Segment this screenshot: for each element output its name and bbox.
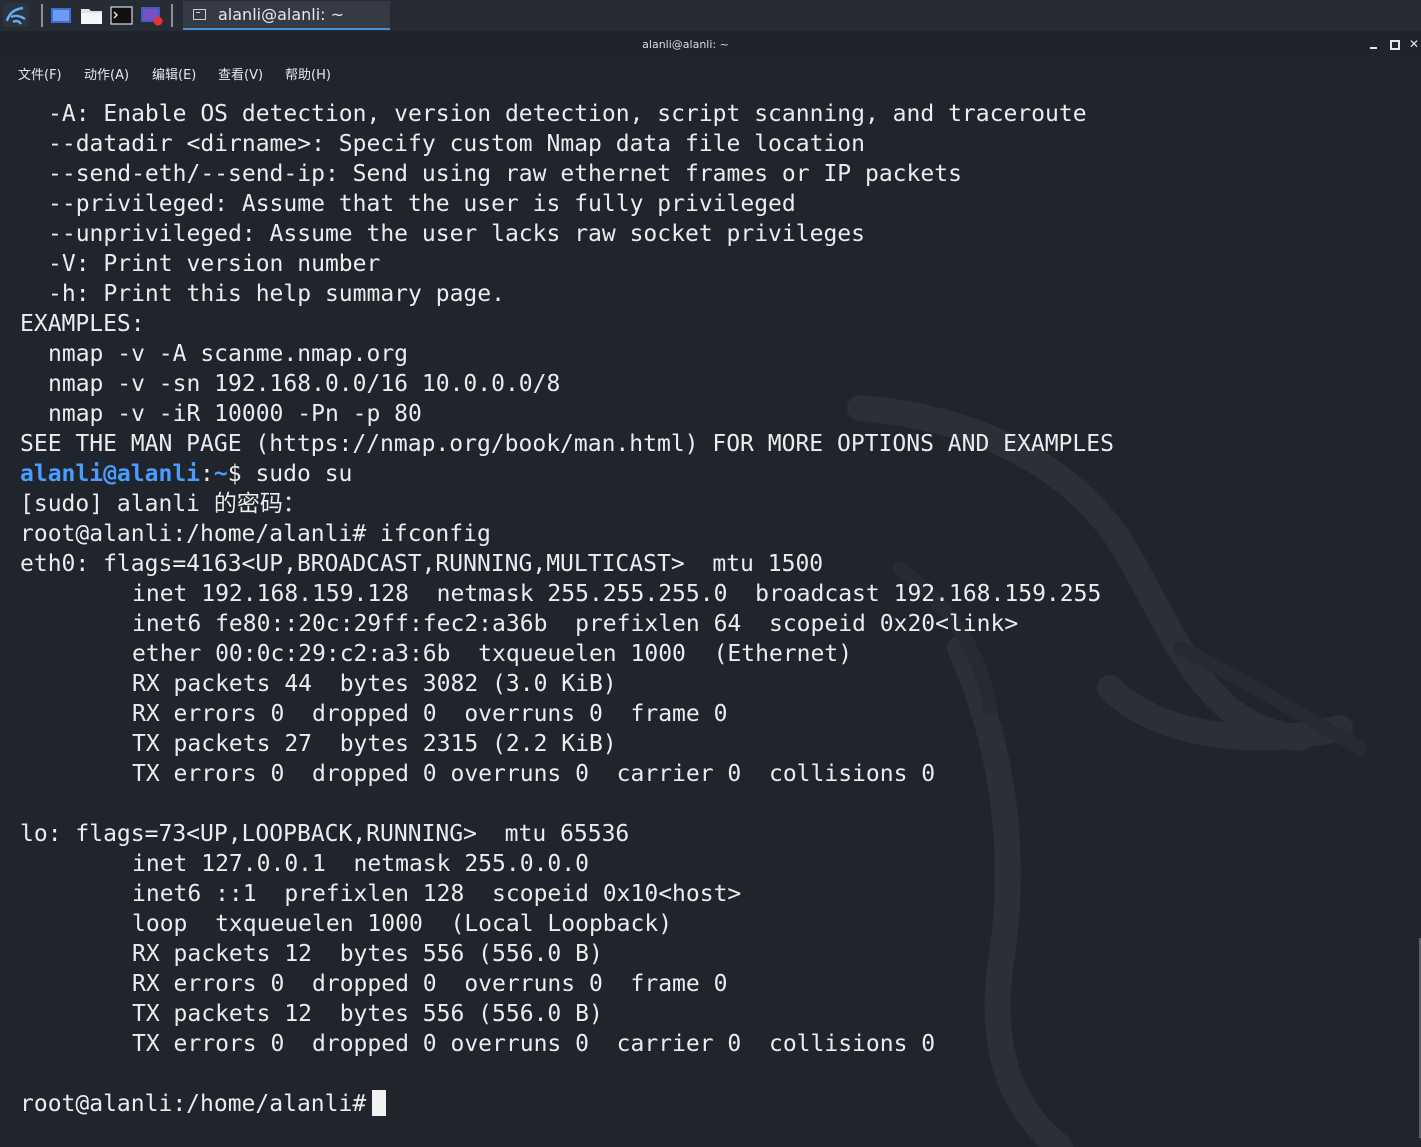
menubar: 文件(F) 动作(A) 编辑(E) 查看(V) 帮助(H)	[0, 58, 1421, 88]
terminal-line: root@alanli:/home/alanli# ifconfig	[20, 521, 491, 547]
final-prompt: root@alanli:/home/alanli#	[20, 1091, 367, 1117]
terminal-line: --datadir <dirname>: Specify custom Nmap…	[48, 131, 865, 157]
terminal-line: TX packets 12 bytes 556 (556.0 B)	[132, 1001, 603, 1027]
terminal-line: TX packets 27 bytes 2315 (2.2 KiB)	[132, 731, 617, 757]
terminal-line: ether 00:0c:29:c2:a3:6b txqueuelen 1000 …	[132, 641, 853, 667]
maximize-button[interactable]	[1387, 36, 1403, 52]
window-title: alanli@alanli: ~	[642, 38, 729, 51]
terminal-line: RX packets 44 bytes 3082 (3.0 KiB)	[132, 671, 617, 697]
terminal-line: TX errors 0 dropped 0 overruns 0 carrier…	[132, 761, 936, 787]
terminal-line: --send-eth/--send-ip: Send using raw eth…	[48, 161, 962, 187]
terminal-line: nmap -v -iR 10000 -Pn -p 80	[48, 401, 422, 427]
terminal-line: loop txqueuelen 1000 (Local Loopback)	[132, 911, 673, 937]
window-titlebar[interactable]: alanli@alanli: ~ ✕	[0, 31, 1421, 58]
folder-icon[interactable]	[80, 5, 103, 26]
taskbar-window-tab[interactable]: alanli@alanli: ~	[183, 1, 390, 30]
taskbar-separator	[41, 4, 43, 27]
close-button[interactable]: ✕	[1406, 36, 1421, 52]
taskbar-window-label: alanli@alanli: ~	[218, 5, 345, 24]
menu-help[interactable]: 帮助(H)	[285, 64, 331, 83]
prompt-symbol: $	[227, 461, 242, 487]
terminal-line: inet6 fe80::20c:29ff:fec2:a36b prefixlen…	[132, 611, 1019, 637]
terminal-line: eth0: flags=4163<UP,BROADCAST,RUNNING,MU…	[20, 551, 824, 577]
text-cursor	[372, 1090, 387, 1116]
screen-record-icon[interactable]	[140, 5, 164, 26]
terminal-line: -V: Print version number	[48, 251, 381, 277]
terminal-line: RX packets 12 bytes 556 (556.0 B)	[132, 941, 603, 967]
terminal-line: --unprivileged: Assume the user lacks ra…	[48, 221, 865, 247]
taskbar: alanli@alanli: ~	[0, 0, 1421, 32]
final-prompt-line[interactable]: root@alanli:/home/alanli#	[20, 1089, 387, 1119]
terminal-line: nmap -v -sn 192.168.0.0/16 10.0.0.0/8	[48, 371, 561, 397]
prompt-line: alanli@alanli:~$ sudo su	[20, 459, 352, 489]
taskbar-separator	[171, 4, 173, 27]
terminal-line: inet 127.0.0.1 netmask 255.0.0.0	[132, 851, 589, 877]
menu-edit[interactable]: 编辑(E)	[152, 64, 196, 83]
terminal-window: alanli@alanli: ~ ✕ 文件(F) 动作(A) 编辑(E) 查看(…	[0, 31, 1421, 1147]
terminal-line: RX errors 0 dropped 0 overruns 0 frame 0	[132, 971, 728, 997]
terminal-line: -A: Enable OS detection, version detecti…	[48, 101, 1087, 127]
terminal-line: EXAMPLES:	[20, 311, 145, 337]
menu-view[interactable]: 查看(V)	[218, 64, 263, 83]
terminal-line: SEE THE MAN PAGE (https://nmap.org/book/…	[20, 431, 1114, 457]
menu-action[interactable]: 动作(A)	[84, 64, 129, 83]
terminal-line: inet 192.168.159.128 netmask 255.255.255…	[132, 581, 1102, 607]
prompt-command: sudo su	[255, 461, 353, 487]
menu-file[interactable]: 文件(F)	[18, 64, 62, 83]
terminal-window-icon	[193, 9, 206, 20]
kali-menu-icon[interactable]	[3, 3, 29, 27]
terminal-line: --privileged: Assume that the user is fu…	[48, 191, 796, 217]
minimize-button[interactable]	[1366, 36, 1382, 52]
terminal-line: [sudo] alanli 的密码：	[20, 491, 306, 517]
terminal-line: RX errors 0 dropped 0 overruns 0 frame 0	[132, 701, 728, 727]
terminal-line: TX errors 0 dropped 0 overruns 0 carrier…	[132, 1031, 936, 1057]
terminal-line: -h: Print this help summary page.	[48, 281, 505, 307]
terminal-icon[interactable]	[110, 5, 133, 26]
terminal-output[interactable]: -A: Enable OS detection, version detecti…	[0, 88, 1421, 1147]
terminal-line: lo: flags=73<UP,LOOPBACK,RUNNING> mtu 65…	[20, 821, 630, 847]
prompt-path: ~	[213, 461, 228, 487]
terminal-line: nmap -v -A scanme.nmap.org	[48, 341, 409, 367]
prompt-separator: :	[200, 461, 214, 487]
terminal-line: inet6 ::1 prefixlen 128 scopeid 0x10<hos…	[132, 881, 742, 907]
workspace-icon[interactable]	[50, 5, 72, 26]
prompt-user: alanli@alanli	[20, 461, 201, 487]
